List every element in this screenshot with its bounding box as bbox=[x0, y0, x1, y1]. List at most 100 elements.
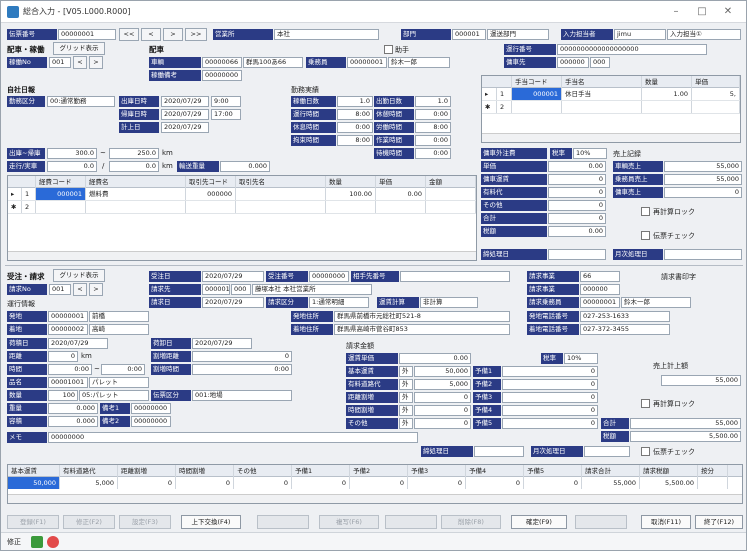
warimashi-kyori-field[interactable]: 0 bbox=[192, 351, 292, 362]
jomu-code-field[interactable]: 00000001 bbox=[347, 57, 387, 68]
unko-jikan-field[interactable]: 8:00 bbox=[337, 109, 373, 120]
kyori-warimashi-field[interactable]: 0 bbox=[414, 392, 471, 403]
f4-button[interactable]: 上下交換(F4) bbox=[181, 515, 241, 529]
minimize-button[interactable]: – bbox=[663, 4, 689, 20]
seikyu-jigyo-field[interactable]: 66 bbox=[580, 271, 620, 282]
jikan-from-field[interactable]: 0:00 bbox=[48, 364, 92, 375]
sagyo-jikan-field[interactable]: 0:00 bbox=[415, 135, 451, 146]
kado-nissu-field[interactable]: 1.0 bbox=[337, 96, 373, 107]
yuso-field[interactable]: 0.000 bbox=[220, 161, 270, 172]
saikei-lock-checkbox-1[interactable] bbox=[641, 207, 650, 216]
tanto-code-field[interactable]: jimu bbox=[614, 29, 666, 40]
shukko-date-field[interactable]: 2020/07/29 bbox=[161, 96, 209, 107]
f2-button[interactable]: 修正(F2) bbox=[63, 515, 115, 529]
kinmu-kubun-select[interactable]: 00:通常勤務 bbox=[47, 96, 115, 107]
aite-no-field[interactable] bbox=[400, 271, 510, 282]
kyori-field[interactable]: 0 bbox=[48, 351, 78, 362]
f7-button[interactable] bbox=[385, 515, 437, 529]
seikyu-no-field[interactable]: 001 bbox=[49, 284, 71, 295]
rodo-jikan-field[interactable]: 8:00 bbox=[415, 122, 451, 133]
pencil-icon[interactable] bbox=[31, 536, 43, 548]
yuryo-dai-field[interactable]: 0 bbox=[548, 187, 606, 198]
kosoku-jikan-field[interactable]: 8:00 bbox=[337, 135, 373, 146]
kado-no-field[interactable]: 001 bbox=[49, 57, 71, 68]
summary-h-scrollbar[interactable] bbox=[8, 494, 742, 503]
denpyo-check-checkbox-2[interactable] bbox=[641, 447, 650, 456]
keihi-h-scrollbar[interactable] bbox=[8, 251, 476, 260]
kihon-unchin-flag[interactable]: 外 bbox=[399, 366, 413, 377]
f8-button[interactable]: 削除(F8) bbox=[441, 515, 501, 529]
denpyo-no-field[interactable]: 00000001 bbox=[58, 29, 116, 40]
kado-prev-button[interactable]: < bbox=[73, 56, 87, 69]
kyori-warimashi-flag[interactable]: 外 bbox=[399, 392, 413, 403]
saikei-lock-checkbox-2[interactable] bbox=[641, 399, 650, 408]
keihi-grid[interactable]: 経費コード 経費名 取引先コード 取引先名 数量 単価 金額 ▸ 1 00000… bbox=[7, 175, 477, 261]
close-button[interactable]: ✕ bbox=[715, 4, 741, 20]
teate-h-scrollbar[interactable] bbox=[482, 133, 740, 142]
biko2-field[interactable]: 00000000 bbox=[131, 416, 171, 427]
seikyu-jigyosho-field[interactable]: 000000 bbox=[580, 284, 620, 295]
teate-cell-price[interactable]: 5, bbox=[692, 88, 740, 100]
haisha-grid-button[interactable]: グリッド表示 bbox=[53, 42, 105, 55]
nav-prev-button[interactable]: < bbox=[141, 28, 161, 41]
sharyo-uriage-field[interactable]: 55,000 bbox=[664, 161, 742, 172]
f11-button[interactable]: 取消(F11) bbox=[641, 515, 691, 529]
yosha-uriage-field[interactable]: 0 bbox=[664, 187, 742, 198]
kado-next-button[interactable]: > bbox=[89, 56, 103, 69]
yuryo-doro-field[interactable]: 5,000 bbox=[414, 379, 471, 390]
kyukei-jikan-field[interactable]: 0:00 bbox=[415, 109, 451, 120]
jomu-uriage-field[interactable]: 55,000 bbox=[664, 174, 742, 185]
hatsu-addr-field[interactable]: 群馬県前橋市元総社町521-8 bbox=[334, 311, 510, 322]
denpyo-check-checkbox-1[interactable] bbox=[641, 231, 650, 240]
jikan-warimashi-field[interactable]: 0 bbox=[414, 405, 471, 416]
nav-first-button[interactable]: << bbox=[119, 28, 139, 41]
teate-cell-name[interactable]: 休日手当 bbox=[562, 88, 642, 100]
juchu-no-field[interactable]: 00000000 bbox=[309, 271, 349, 282]
chakuchi-code-field[interactable]: 00000002 bbox=[48, 324, 88, 335]
yobi4-field[interactable]: 0 bbox=[502, 405, 598, 416]
shain-sonota-field[interactable]: 0 bbox=[548, 200, 606, 211]
kiko-time-field[interactable]: 17:00 bbox=[211, 109, 241, 120]
table-row[interactable]: 50,000 5,000 0 0 0 0 0 0 0 0 55,000 5,50… bbox=[8, 477, 742, 489]
f10-button[interactable] bbox=[575, 515, 627, 529]
f5-button[interactable] bbox=[257, 515, 309, 529]
seikyu-kubun-select[interactable]: 1:通常明細 bbox=[309, 297, 369, 308]
keijo-date-field[interactable]: 2020/07/29 bbox=[161, 122, 209, 133]
juryo-field[interactable]: 0.000 bbox=[48, 403, 98, 414]
maximize-button[interactable]: □ bbox=[689, 4, 715, 20]
kingaku-zei-select[interactable]: 10% bbox=[564, 353, 598, 364]
table-row[interactable]: ✱ 2 bbox=[8, 201, 476, 214]
yosha-unchin-field[interactable]: 0 bbox=[548, 174, 606, 185]
yosha-code2-field[interactable]: 000 bbox=[590, 57, 610, 68]
f9-button[interactable]: 確定(F9) bbox=[511, 515, 567, 529]
josho-checkbox[interactable] bbox=[384, 45, 393, 54]
f12-button[interactable]: 終了(F12) bbox=[695, 515, 743, 529]
kyusoku-jikan-field[interactable]: 0:00 bbox=[337, 122, 373, 133]
yuryo-doro-flag[interactable]: 外 bbox=[399, 379, 413, 390]
uriage-keijo-field[interactable]: 55,000 bbox=[661, 375, 741, 386]
tani-select[interactable]: 05:パレット bbox=[79, 390, 149, 401]
shain-zei-select[interactable]: 10% bbox=[573, 148, 607, 159]
seikyusaki-code-field[interactable]: 000001 bbox=[202, 284, 230, 295]
yosha-code-field[interactable]: 000000 bbox=[557, 57, 589, 68]
biko1-field[interactable]: 00000000 bbox=[131, 403, 171, 414]
sokou-field[interactable]: 0.0 bbox=[47, 161, 97, 172]
f3-button[interactable]: 設定(F3) bbox=[119, 515, 171, 529]
yobi2-field[interactable]: 0 bbox=[502, 379, 598, 390]
warimashi-jikan-field[interactable]: 0:00 bbox=[192, 364, 292, 375]
unchin-keisan-select[interactable]: 非計算 bbox=[420, 297, 478, 308]
juchu-date-field[interactable]: 2020/07/29 bbox=[202, 271, 264, 282]
shukkin-nissu-field[interactable]: 1.0 bbox=[415, 96, 451, 107]
jikan-warimashi-flag[interactable]: 外 bbox=[399, 405, 413, 416]
memo-field[interactable]: 00000000 bbox=[48, 432, 418, 443]
kado-biko-field[interactable]: 00000000 bbox=[202, 70, 242, 81]
hatsu-tel-field[interactable]: 027-253-1633 bbox=[580, 311, 670, 322]
seikyusaki-sub-field[interactable]: 000 bbox=[231, 284, 251, 295]
nav-next-button[interactable]: > bbox=[163, 28, 183, 41]
suryo-field[interactable]: 100 bbox=[48, 390, 78, 401]
eigyosho-field[interactable]: 本社 bbox=[274, 29, 379, 40]
shukko-time-field[interactable]: 9:00 bbox=[211, 96, 241, 107]
kiko-date-field[interactable]: 2020/07/29 bbox=[161, 109, 209, 120]
yobi1-field[interactable]: 0 bbox=[502, 366, 598, 377]
bumon-code-field[interactable]: 000001 bbox=[452, 29, 486, 40]
